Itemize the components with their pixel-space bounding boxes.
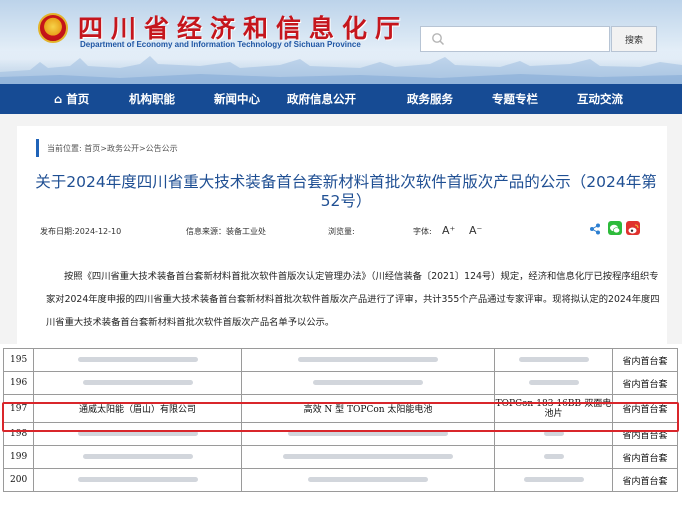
row-number: 197	[3, 394, 34, 423]
nav-item-gov-info[interactable]: 政府信息公开	[287, 84, 356, 114]
article-title: 关于2024年度四川省重大技术装备首台套新材料首批次软件首版次产品的公示（202…	[35, 173, 657, 210]
nav-item-home[interactable]: ⌂ 首页	[54, 84, 89, 114]
nav-item-label: 首页	[66, 92, 90, 106]
model-cell: TOPCon-183-16BB-双面电池片	[494, 394, 613, 423]
product-cell-blurred	[241, 445, 495, 469]
nav-item-news[interactable]: 新闻中心	[214, 84, 260, 114]
category-cell: 省内首台套	[612, 394, 678, 423]
category-cell: 省内首台套	[612, 468, 678, 492]
search-icon	[432, 33, 445, 46]
view-count: 浏览量:	[328, 227, 355, 236]
skyline-decoration	[0, 50, 682, 84]
product-cell: 高效 N 型 TOPCon 太阳能电池	[241, 394, 495, 423]
row-number: 196	[3, 371, 34, 395]
nav-item-services[interactable]: 政务服务	[407, 84, 453, 114]
table-row: 195 省内首台套	[3, 348, 678, 372]
article-body: 按照《四川省重大技术装备首台套新材料首批次软件首版次认定管理办法》（川经信装备〔…	[46, 271, 660, 328]
company-cell: 通威太阳能（眉山）有限公司	[33, 394, 242, 423]
company-cell-blurred	[33, 348, 242, 372]
row-number: 198	[3, 422, 34, 446]
row-number: 200	[3, 468, 34, 492]
model-cell-blurred	[494, 371, 613, 395]
share-icon[interactable]	[589, 223, 601, 235]
font-smaller-button[interactable]: A⁻	[469, 224, 482, 237]
table-row: 196 省内首台套	[3, 371, 678, 395]
model-cell-blurred	[494, 422, 613, 446]
main-nav: ⌂ 首页 机构职能 新闻中心 政府信息公开 政务服务 专题专栏 互动交流	[0, 84, 682, 114]
company-cell-blurred	[33, 422, 242, 446]
search-button[interactable]: 搜索	[611, 26, 657, 52]
product-cell-blurred	[241, 422, 495, 446]
table-row: 200 省内首台套	[3, 468, 678, 492]
site-header: 四川省经济和信息化厅 Department of Economy and Inf…	[0, 0, 682, 84]
search-input[interactable]	[420, 26, 610, 52]
category-cell: 省内首台套	[612, 445, 678, 469]
table-row: 199 省内首台套	[3, 445, 678, 469]
model-cell-blurred	[494, 445, 613, 469]
breadcrumb[interactable]: 当前位置: 首页>政务公开>公告公示	[47, 143, 178, 154]
category-cell: 省内首台套	[612, 348, 678, 372]
product-cell-blurred	[241, 371, 495, 395]
table-row: 198 省内首台套	[3, 422, 678, 446]
company-cell-blurred	[33, 468, 242, 492]
row-number: 199	[3, 445, 34, 469]
home-icon: ⌂	[54, 92, 67, 106]
company-cell-blurred	[33, 371, 242, 395]
info-source: 信息来源：装备工业处	[186, 227, 266, 236]
product-cell-blurred	[241, 348, 495, 372]
publish-date: 发布日期:2024-12-10	[40, 227, 122, 236]
national-emblem-logo	[38, 13, 68, 43]
model-cell-blurred	[494, 348, 613, 372]
product-cell-blurred	[241, 468, 495, 492]
category-cell: 省内首台套	[612, 371, 678, 395]
company-cell-blurred	[33, 445, 242, 469]
table-row-highlighted: 197 通威太阳能（眉山）有限公司 高效 N 型 TOPCon 太阳能电池 TO…	[3, 394, 678, 423]
row-number: 195	[3, 348, 34, 372]
model-cell-blurred	[494, 468, 613, 492]
weibo-icon[interactable]	[626, 221, 640, 235]
site-subtitle: Department of Economy and Information Te…	[80, 40, 361, 49]
category-cell: 省内首台套	[612, 422, 678, 446]
breadcrumb-marker	[36, 139, 39, 157]
font-larger-button[interactable]: A⁺	[442, 224, 455, 237]
nav-item-interaction[interactable]: 互动交流	[577, 84, 623, 114]
nav-item-functions[interactable]: 机构职能	[129, 84, 175, 114]
wechat-icon[interactable]	[608, 221, 622, 235]
nav-item-topics[interactable]: 专题专栏	[492, 84, 538, 114]
font-size-label: 字体:	[413, 227, 432, 236]
product-list-table: 195 省内首台套 196 省内首台套 197 通威太阳能（眉山）有限公司 高效…	[3, 348, 678, 492]
